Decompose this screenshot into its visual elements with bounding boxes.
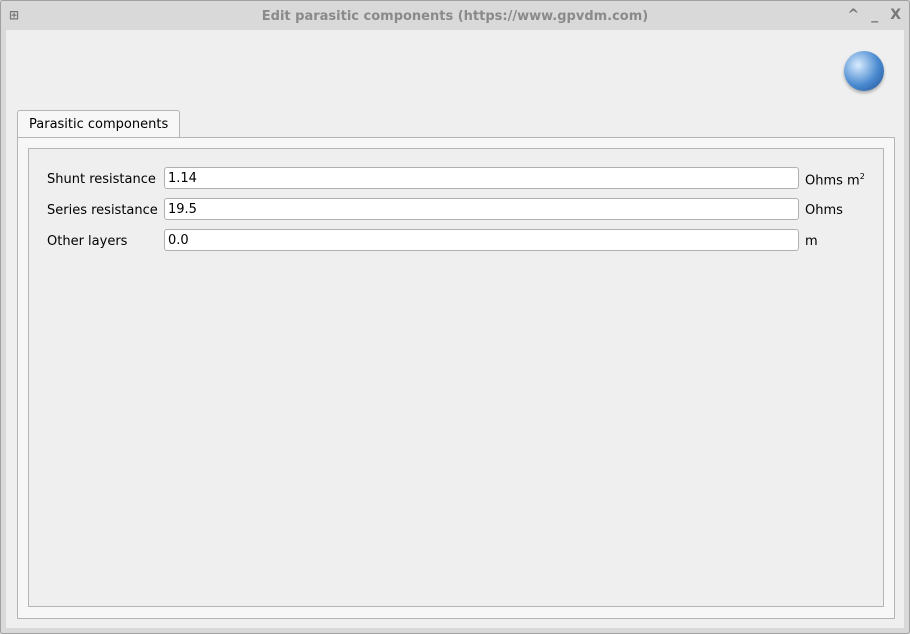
- field-label: Shunt resistance: [47, 172, 156, 187]
- title-bar: ⊞ Edit parasitic components (https://www…: [1, 1, 909, 31]
- series-resistance-input[interactable]: [164, 198, 799, 220]
- field-unit: Ohms m2: [805, 172, 865, 188]
- tab-parasitic-components[interactable]: Parasitic components: [17, 110, 181, 138]
- field-row-series: Series resistance Ohms: [29, 198, 883, 223]
- close-button[interactable]: X: [890, 7, 901, 23]
- window: ⊞ Edit parasitic components (https://www…: [0, 0, 910, 634]
- tab-pane: Shunt resistance Ohms m2 Series resistan…: [17, 137, 895, 619]
- field-label: Series resistance: [47, 203, 158, 218]
- other-layers-input[interactable]: [164, 229, 799, 251]
- field-unit: m: [805, 234, 818, 249]
- window-title: Edit parasitic components (https://www.g…: [261, 8, 649, 24]
- unit-text: Ohms m: [805, 173, 860, 189]
- client-area: Parasitic components Shunt resistance Oh…: [6, 30, 904, 628]
- app-icon: ⊞: [9, 8, 20, 22]
- minimize-button[interactable]: _: [871, 7, 878, 23]
- field-row-other-layers: Other layers m: [29, 229, 883, 254]
- shunt-resistance-input[interactable]: [164, 167, 799, 189]
- unit-superscript: 2: [859, 172, 865, 181]
- maximize-button[interactable]: ^: [847, 7, 859, 23]
- field-label: Other layers: [47, 234, 128, 249]
- globe-icon[interactable]: [844, 51, 884, 91]
- field-unit: Ohms: [805, 203, 843, 218]
- field-row-shunt: Shunt resistance Ohms m2: [29, 167, 883, 192]
- fields-panel: Shunt resistance Ohms m2 Series resistan…: [28, 148, 884, 607]
